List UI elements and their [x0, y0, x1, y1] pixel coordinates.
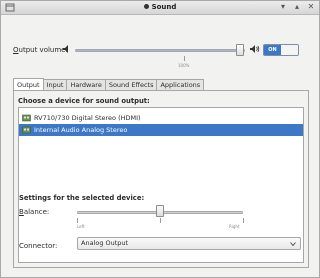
switch-off-label	[281, 45, 298, 55]
settings-area: Settings for the selected device: Balanc…	[13, 90, 309, 268]
output-volume-handle[interactable]	[236, 44, 244, 56]
title-bar[interactable]: Sound ▾ ▴ ✕	[1, 1, 319, 15]
window-controls: ▾ ▴ ✕	[279, 3, 315, 13]
output-volume-fill	[76, 50, 241, 51]
volume-100-label: 100%	[178, 63, 190, 68]
settings-title: Settings for the selected device:	[19, 194, 145, 202]
output-mute-switch[interactable]: ON	[263, 44, 299, 56]
connector-select[interactable]: Analog Output	[77, 237, 301, 250]
window-title: Sound	[1, 3, 319, 11]
maximize-icon[interactable]: ▴	[293, 3, 301, 11]
balance-right-tick	[243, 218, 244, 223]
connector-value: Analog Output	[81, 239, 129, 247]
balance-left-tick	[77, 218, 78, 223]
sound-window: Sound ▾ ▴ ✕ Output volume: 100% ON Outpu…	[0, 0, 320, 278]
close-icon[interactable]: ✕	[307, 3, 315, 11]
speaker-muted-icon	[63, 45, 68, 53]
output-volume-label-text: utput volume:	[18, 46, 68, 54]
speaker-high-icon	[250, 45, 260, 53]
volume-100-tick	[184, 56, 185, 61]
switch-on-label: ON	[264, 45, 281, 55]
balance-center-tick	[160, 218, 161, 223]
minimize-icon[interactable]: ▾	[279, 3, 287, 11]
connector-label: Connector:	[19, 242, 58, 250]
window-title-text: Sound	[151, 3, 177, 11]
app-icon	[143, 4, 149, 9]
balance-label: Balance:	[19, 208, 49, 216]
balance-handle[interactable]	[156, 205, 164, 217]
balance-left-label: Left	[77, 224, 85, 229]
balance-right-label: Right	[229, 224, 240, 229]
chevron-down-icon	[290, 242, 296, 246]
output-volume-label: Output volume:	[13, 46, 68, 54]
balance-label-text: alance:	[23, 208, 50, 216]
output-volume-slider[interactable]	[75, 49, 245, 52]
